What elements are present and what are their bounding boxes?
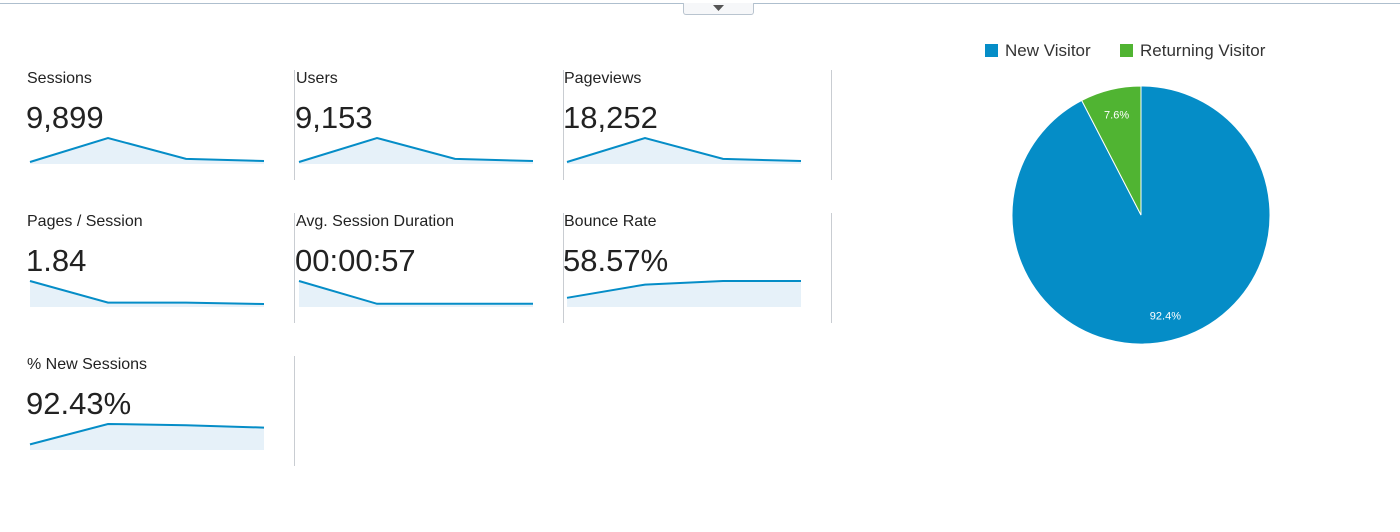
metric-value: 92.43%: [26, 386, 132, 421]
sparkline-chart: [298, 136, 534, 164]
metric-divider: [831, 213, 832, 323]
metric-value: 18,252: [563, 100, 658, 135]
metric-value: 58.57%: [563, 243, 669, 278]
metric-divider: [294, 356, 295, 466]
metric-label: Bounce Rate: [564, 213, 657, 230]
pie-label-new-visitor: 92.4%: [1150, 310, 1181, 322]
metric-divider: [831, 70, 832, 180]
pie-slice-returning-visitor[interactable]: [1081, 85, 1142, 216]
metric-users[interactable]: Users 9,153: [295, 70, 564, 180]
metric-value: 1.84: [26, 243, 87, 278]
legend-label-new-visitor: New Visitor: [1005, 41, 1091, 60]
metric-label: % New Sessions: [27, 356, 148, 373]
metric-value: 00:00:57: [295, 243, 416, 278]
pie-label-returning-visitor: 7.6%: [1104, 110, 1129, 122]
metric-sessions[interactable]: Sessions 9,899: [26, 70, 295, 180]
legend-label-returning-visitor: Returning Visitor: [1140, 41, 1266, 60]
metric-new-sessions[interactable]: % New Sessions 92.43%: [26, 356, 295, 466]
metric-label: Avg. Session Duration: [296, 213, 455, 230]
sparkline-chart: [29, 422, 265, 450]
sparkline-area: [30, 424, 264, 450]
metric-label: Pages / Session: [27, 213, 143, 230]
sparkline-chart: [566, 280, 801, 307]
metric-value: 9,899: [26, 100, 104, 135]
sparkline-chart: [29, 280, 265, 307]
legend-swatch-returning-visitor: [1120, 44, 1133, 57]
legend-swatch-new-visitor: [985, 44, 998, 57]
pie-slice-new-visitor[interactable]: [1011, 85, 1271, 345]
metric-label: Pageviews: [564, 70, 642, 87]
metric-pages-session[interactable]: Pages / Session 1.84: [26, 213, 295, 323]
legend-item-new-visitor[interactable]: New Visitor: [985, 41, 1091, 61]
sparkline-chart: [29, 136, 265, 164]
metric-pageviews[interactable]: Pageviews 18,252: [563, 70, 832, 180]
sparkline-area: [567, 281, 801, 307]
sparkline-chart: [298, 280, 533, 307]
collapse-toggle-button[interactable]: [683, 3, 754, 15]
triangle-down-icon: [713, 5, 724, 11]
metric-avg-session-duration[interactable]: Avg. Session Duration 00:00:57: [295, 213, 564, 323]
metric-bounce-rate[interactable]: Bounce Rate 58.57%: [563, 213, 832, 323]
legend-item-returning-visitor[interactable]: Returning Visitor: [1120, 41, 1265, 61]
metric-label: Users: [296, 70, 338, 87]
sparkline-chart: [566, 136, 802, 164]
metric-value: 9,153: [295, 100, 373, 135]
metric-label: Sessions: [27, 70, 92, 87]
